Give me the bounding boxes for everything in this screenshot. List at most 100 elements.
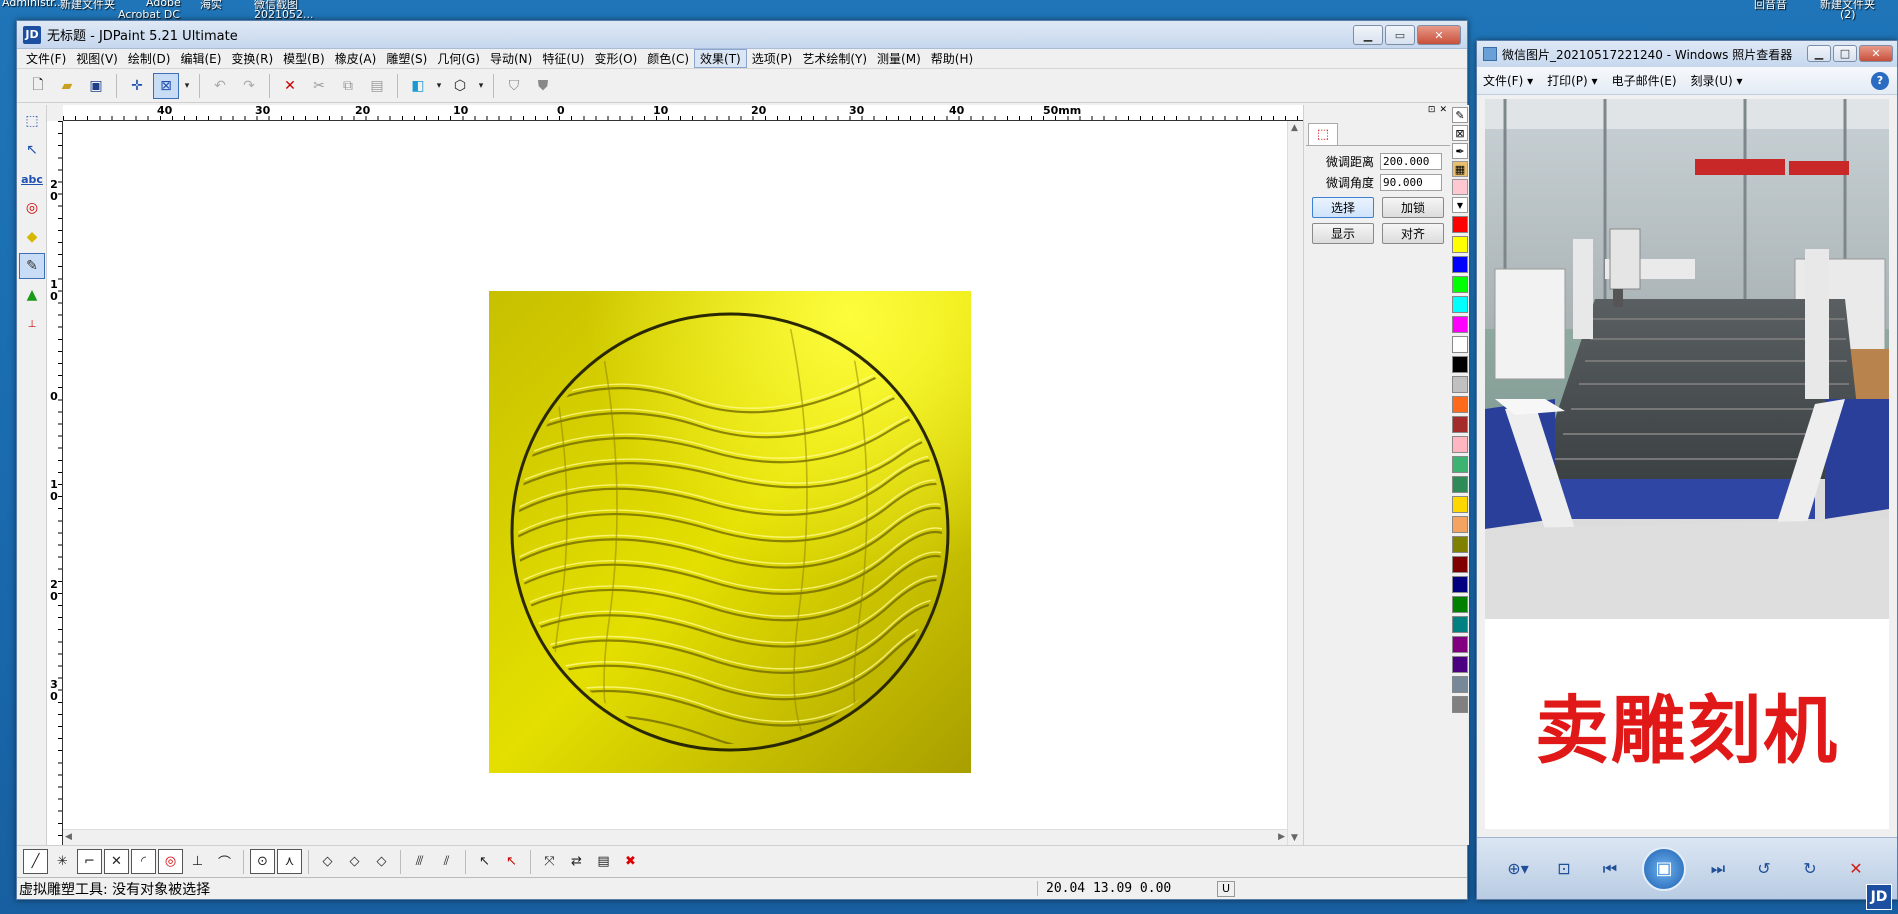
color-swatch[interactable]: [1452, 676, 1468, 693]
color-fill-icon[interactable]: ◧: [405, 73, 431, 99]
color-swatch[interactable]: [1452, 596, 1468, 613]
delete-icon[interactable]: ✕: [1842, 859, 1870, 878]
fine-distance-input[interactable]: 200.000: [1380, 153, 1442, 170]
eyedropper-icon[interactable]: ✒: [1452, 143, 1468, 159]
pv-maximize-button[interactable]: □: [1833, 45, 1857, 62]
tangent-icon[interactable]: ⌒: [212, 849, 237, 874]
pointer-delete-icon[interactable]: ↖: [499, 849, 524, 874]
dropdown-arrow-icon[interactable]: ▾: [434, 73, 444, 99]
color-swatch[interactable]: [1452, 356, 1468, 373]
diamond-node-icon[interactable]: ◇: [369, 849, 394, 874]
color-swatch[interactable]: [1452, 616, 1468, 633]
menu-deform[interactable]: 变形(O): [589, 50, 642, 67]
lock-button[interactable]: 加锁: [1382, 197, 1444, 218]
menu-measure[interactable]: 测量(M): [872, 50, 926, 67]
previous-icon[interactable]: ⏮: [1596, 859, 1624, 879]
maximize-button[interactable]: ▭: [1385, 25, 1415, 45]
menu-file[interactable]: 文件(F): [21, 50, 71, 67]
shield-outline-icon[interactable]: ⛉: [501, 73, 527, 99]
crosshair-icon[interactable]: ✛: [124, 73, 150, 99]
trim-icon[interactable]: ✳: [50, 849, 75, 874]
ellipse-tool-icon[interactable]: ◎: [19, 195, 45, 221]
redo-icon[interactable]: ↷: [236, 73, 262, 99]
node-snap-icon[interactable]: ⋏: [277, 849, 302, 874]
pv-menu-burn[interactable]: 刻录(U) ▾: [1691, 72, 1743, 89]
shield-filled-icon[interactable]: ⛊: [530, 73, 556, 99]
layer-icon[interactable]: ⫻: [407, 849, 432, 874]
pv-menu-file[interactable]: 文件(F) ▾: [1483, 72, 1533, 89]
mirror-icon[interactable]: ⇄: [564, 849, 589, 874]
copy-icon[interactable]: ⧉: [335, 73, 361, 99]
desktop-label[interactable]: (2): [1840, 8, 1856, 21]
color-swatch[interactable]: [1452, 636, 1468, 653]
color-swatch[interactable]: [1452, 456, 1468, 473]
pv-close-button[interactable]: ✕: [1859, 45, 1893, 62]
paste-icon[interactable]: ▤: [364, 73, 390, 99]
sculpt-pen-icon[interactable]: ✎: [19, 253, 45, 279]
fill-tool-icon[interactable]: ◆: [19, 224, 45, 250]
menu-eraser[interactable]: 橡皮(A): [330, 50, 382, 67]
menu-model[interactable]: 模型(B): [278, 50, 330, 67]
align-button[interactable]: 对齐: [1382, 223, 1444, 244]
undo-icon[interactable]: ↶: [207, 73, 233, 99]
select-frame-icon[interactable]: ⬚: [19, 108, 45, 134]
3d-view-icon[interactable]: ⬡: [447, 73, 473, 99]
color-swatch[interactable]: [1452, 476, 1468, 493]
cancel-icon[interactable]: ✖: [618, 849, 643, 874]
color-swatch[interactable]: [1452, 556, 1468, 573]
current-color-swatch[interactable]: [1452, 179, 1468, 195]
corner-icon[interactable]: ⌐: [77, 849, 102, 874]
select-box-icon[interactable]: ⊠: [153, 72, 179, 99]
menu-sweep[interactable]: 导动(N): [485, 50, 537, 67]
line-tool-icon[interactable]: ╱: [23, 849, 48, 874]
menu-feature[interactable]: 特征(U): [537, 50, 589, 67]
color-swatch[interactable]: [1452, 216, 1468, 233]
menu-geometry[interactable]: 几何(G): [432, 50, 485, 67]
pointer-cross-icon[interactable]: ↖: [472, 849, 497, 874]
measure-tool-icon[interactable]: ⊥: [19, 311, 45, 337]
desktop-label[interactable]: 回音音: [1754, 0, 1787, 12]
zoom-icon[interactable]: ⊕▾: [1504, 859, 1532, 878]
node-edit-icon[interactable]: ↖: [19, 137, 45, 163]
palette-dropdown-icon[interactable]: ▼: [1452, 197, 1468, 213]
desktop-label[interactable]: 新建文件夹: [60, 0, 115, 12]
actual-size-icon[interactable]: ⊡: [1550, 859, 1578, 878]
pencil-icon[interactable]: ✎: [1452, 107, 1468, 123]
color-swatch[interactable]: [1452, 516, 1468, 533]
delete-icon[interactable]: ✕: [277, 73, 303, 99]
pv-menu-print[interactable]: 打印(P) ▾: [1547, 72, 1597, 89]
color-swatch[interactable]: [1452, 236, 1468, 253]
cross-icon[interactable]: ✕: [104, 849, 129, 874]
color-swatch[interactable]: [1452, 416, 1468, 433]
next-icon[interactable]: ⏭: [1704, 859, 1732, 879]
minimize-button[interactable]: ▁: [1353, 25, 1383, 45]
color-swatch[interactable]: [1452, 496, 1468, 513]
color-swatch[interactable]: [1452, 376, 1468, 393]
layer-edit-icon[interactable]: ⫽: [434, 849, 459, 874]
color-swatch[interactable]: [1452, 296, 1468, 313]
rotate-right-icon[interactable]: ↻: [1796, 859, 1824, 878]
panel-tab-select[interactable]: ⬚: [1308, 123, 1338, 145]
open-folder-icon[interactable]: ▰: [54, 73, 80, 99]
drawing-canvas[interactable]: [63, 121, 1287, 829]
save-icon[interactable]: ▣: [83, 73, 109, 99]
color-swatch[interactable]: [1452, 656, 1468, 673]
dropdown-arrow-icon[interactable]: ▾: [476, 73, 486, 99]
color-swatch[interactable]: [1452, 436, 1468, 453]
help-icon[interactable]: ?: [1871, 71, 1889, 90]
cut-icon[interactable]: ✂: [306, 73, 332, 99]
color-swatch[interactable]: [1452, 396, 1468, 413]
color-swatch[interactable]: [1452, 536, 1468, 553]
show-button[interactable]: 显示: [1312, 223, 1374, 244]
color-swatch[interactable]: [1452, 256, 1468, 273]
menu-effect[interactable]: 效果(T): [694, 49, 747, 68]
color-swatch[interactable]: [1452, 696, 1468, 713]
array-icon[interactable]: ▤: [591, 849, 616, 874]
jdpaint-taskbar-icon[interactable]: JD: [1866, 884, 1892, 910]
fine-angle-input[interactable]: 90.000: [1380, 174, 1442, 191]
title-bar[interactable]: JD 无标题 - JDPaint 5.21 Ultimate ▁ ▭ ✕: [17, 21, 1467, 49]
no-fill-icon[interactable]: ⊠: [1452, 125, 1468, 141]
desktop-label[interactable]: 海实: [200, 0, 222, 12]
menu-view[interactable]: 视图(V): [71, 50, 123, 67]
color-swatch[interactable]: [1452, 276, 1468, 293]
